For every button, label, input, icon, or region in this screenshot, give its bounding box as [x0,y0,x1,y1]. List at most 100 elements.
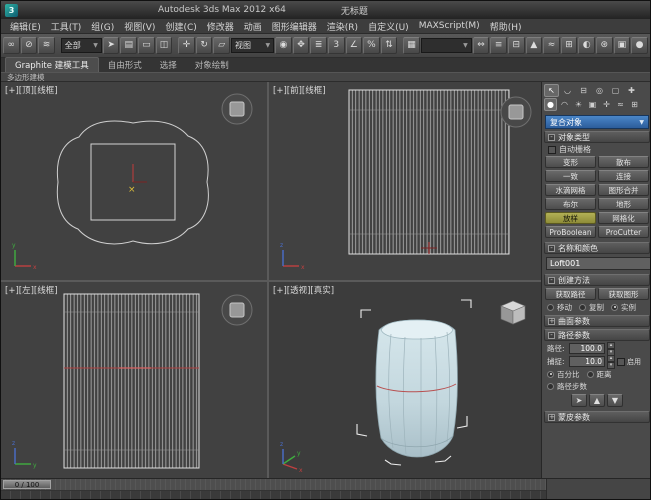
get-shape-button[interactable]: 获取图形 [598,288,649,300]
track-bar[interactable] [1,491,546,500]
snap-spinner[interactable]: ▴▾ [607,355,615,369]
named-set-dropdown[interactable]: ▼ [421,38,472,53]
rollout-object-type[interactable]: - 对象类型 [544,131,650,143]
object-type-button-proboolean[interactable]: ProBoolean [545,226,596,238]
object-type-button-scatter[interactable]: 散布 [598,156,649,168]
object-type-button-boolean[interactable]: 布尔 [545,198,596,210]
viewport-top[interactable]: [+][顶][线框] × [1,82,267,280]
motion-tab-icon[interactable]: ◎ [592,84,607,97]
menu-tools[interactable]: 工具(T) [46,20,87,33]
object-type-button-conform[interactable]: 一致 [545,170,596,182]
selection-filter-dropdown[interactable]: 全部▼ [61,38,102,53]
select-manipulate-icon[interactable]: ✥ [293,37,310,54]
space-warps-icon[interactable]: ≈ [614,98,627,111]
geometry-icon[interactable]: ● [544,98,557,111]
spinner-snap-icon[interactable]: ⇅ [381,37,398,54]
geometry-category-dropdown[interactable]: 复合对象▼ [545,115,649,129]
ribbon-tab-graphite[interactable]: Graphite 建模工具 [5,57,99,72]
angle-snap-icon[interactable]: ∠ [346,37,363,54]
create-tab-icon[interactable]: ↖ [544,84,559,97]
object-name-input[interactable] [546,257,651,270]
next-shape-icon[interactable]: ▼ [607,394,623,407]
render-setup-icon[interactable]: ⊛ [596,37,613,54]
modify-tab-icon[interactable]: ◡ [560,84,575,97]
ribbon-tab-selection[interactable]: 选择 [151,58,186,72]
select-move-icon[interactable]: ✛ [178,37,195,54]
rollout-surface-params[interactable]: + 曲面参数 [544,315,650,327]
lights-icon[interactable]: ☀ [572,98,585,111]
cameras-icon[interactable]: ▣ [586,98,599,111]
menu-graph-editors[interactable]: 图形编辑器 [267,20,322,33]
display-tab-icon[interactable]: ▢ [608,84,623,97]
menu-group[interactable]: 组(G) [86,20,119,33]
ribbon-tab-object-paint[interactable]: 对象绘制 [186,58,238,72]
object-type-button-blobmesh[interactable]: 水滴网格 [545,184,596,196]
reference-coordinate-dropdown[interactable]: 视图▼ [231,38,274,53]
viewport-perspective[interactable]: [+][透视][真实] [269,282,541,478]
rendered-frame-icon[interactable]: ▣ [614,37,631,54]
snap-toggle-icon[interactable]: 3 [328,37,345,54]
schematic-view-icon[interactable]: ⊞ [561,37,578,54]
app-logo-icon[interactable]: 3 [5,4,18,17]
utilities-tab-icon[interactable]: ✚ [624,84,639,97]
time-slider-handle[interactable]: 0 / 100 [3,480,51,489]
select-scale-icon[interactable]: ▱ [213,37,230,54]
ribbon-tab-freeform[interactable]: 自由形式 [99,58,151,72]
select-rotate-icon[interactable]: ↻ [196,37,213,54]
viewport-front-label[interactable]: [+][前][线框] [273,84,326,96]
menu-edit[interactable]: 编辑(E) [5,20,46,33]
object-type-button-shapemerge[interactable]: 图形合并 [598,184,649,196]
hierarchy-tab-icon[interactable]: ⊟ [576,84,591,97]
menu-rendering[interactable]: 渲染(R) [322,20,363,33]
helpers-icon[interactable]: ✛ [600,98,613,111]
named-selection-sets-icon[interactable]: ▦ [403,37,420,54]
menu-animation[interactable]: 动画 [239,20,267,33]
object-type-button-terrain[interactable]: 地形 [598,198,649,210]
viewport-left[interactable]: [+][左][线框] [1,282,267,478]
curve-editor-icon[interactable]: ≈ [543,37,560,54]
select-object-icon[interactable]: ➤ [103,37,120,54]
graphite-ribbon-toggle-icon[interactable]: ▲ [526,37,543,54]
bind-to-space-warp-icon[interactable]: ≋ [38,37,55,54]
menu-maxscript[interactable]: MAXScript(M) [414,21,485,31]
object-type-button-morph[interactable]: 变形 [545,156,596,168]
loft-object-shaded[interactable] [376,320,458,457]
radio-percentage[interactable] [547,371,554,378]
rollout-name-color[interactable]: - 名称和颜色 [544,242,650,254]
object-type-button-loft[interactable]: 放样 [545,212,596,224]
viewcube[interactable] [222,94,252,124]
object-type-button-procutter[interactable]: ProCutter [598,226,649,238]
get-path-button[interactable]: 获取路径 [545,288,596,300]
viewport-left-label[interactable]: [+][左][线框] [5,284,58,296]
radio-copy[interactable] [579,304,586,311]
path-value-field[interactable]: 100.0 [569,343,605,354]
previous-shape-icon[interactable]: ▲ [589,394,605,407]
select-by-name-icon[interactable]: ▤ [120,37,137,54]
viewport-perspective-label[interactable]: [+][透视][真实] [273,284,334,296]
viewcube[interactable] [501,301,525,324]
rollout-skin-params[interactable]: + 蒙皮参数 [544,411,650,423]
shapes-icon[interactable]: ◠ [558,98,571,111]
percent-snap-icon[interactable]: % [363,37,380,54]
autogrid-checkbox[interactable] [548,146,556,154]
viewport-front[interactable]: [+][前][线框] [269,82,541,280]
snap-enable-checkbox[interactable] [617,358,625,366]
systems-icon[interactable]: ⊞ [628,98,641,111]
snap-value-field[interactable]: 10.0 [569,356,605,367]
select-and-link-icon[interactable]: ∞ [3,37,20,54]
layer-manager-icon[interactable]: ⊟ [508,37,525,54]
object-type-button-mesher[interactable]: 网格化 [598,212,649,224]
menu-customize[interactable]: 自定义(U) [363,20,414,33]
radio-distance[interactable] [587,371,594,378]
render-production-icon[interactable]: ● [631,37,648,54]
ribbon-panel-strip[interactable]: 多边形建模 [1,72,650,82]
viewcube[interactable] [222,295,252,325]
pick-shape-icon[interactable]: ➤ [571,394,587,407]
material-editor-icon[interactable]: ◐ [578,37,595,54]
rollout-path-params[interactable]: - 路径参数 [544,329,650,341]
viewcube[interactable] [501,97,531,127]
rollout-creation-method[interactable]: - 创建方法 [544,274,650,286]
viewport-top-label[interactable]: [+][顶][线框] [5,84,58,96]
radio-path-steps[interactable] [547,383,554,390]
time-slider[interactable]: 0 / 100 [1,479,546,491]
